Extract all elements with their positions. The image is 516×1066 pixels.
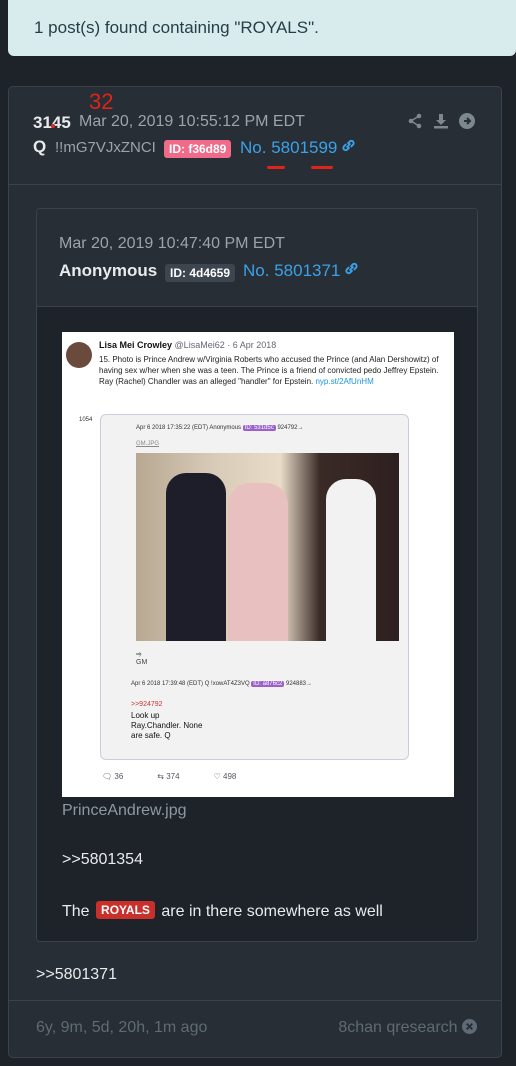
post-date: Mar 20, 2019 10:55:12 PM EDT	[79, 113, 305, 130]
poster-id-badge: ID: f36d89	[164, 140, 232, 158]
post-number: 3145	[33, 113, 71, 132]
link-icon[interactable]	[341, 138, 356, 158]
post-actions	[407, 113, 475, 129]
post-age: 6y, 9m, 5d, 20h, 1m ago	[36, 1019, 208, 1036]
search-result-banner: 1 post(s) found containing "ROYALS".	[8, 0, 516, 56]
attached-image[interactable]: Lisa Mei Crowley @LisaMei62 · 6 Apr 2018…	[62, 332, 454, 797]
quoted-post-text: The ROYALS are in there somewhere as wel…	[62, 901, 383, 921]
quoted-post-author: Anonymous	[59, 261, 158, 280]
reply-link[interactable]: >>5801371	[36, 966, 117, 984]
photo-figure	[228, 483, 288, 641]
like-count-value: 498	[223, 772, 237, 781]
reply-count-value: 36	[114, 772, 124, 781]
tweet-avatar	[66, 342, 92, 368]
tweet-handle: @LisaMei62 · 6 Apr 2018	[174, 340, 277, 350]
post-header: 3145 32 Mar 20, 2019 10:55:12 PM EDT Q !…	[9, 87, 501, 185]
tweet-body: 15. Photo is Prince Andrew w/Virginia Ro…	[99, 354, 444, 387]
search-highlight: ROYALS	[96, 901, 155, 919]
text-before: The	[62, 903, 90, 920]
post-number-link[interactable]: No. 5801599	[240, 138, 356, 158]
reply-count: 🗨 36	[102, 772, 123, 781]
gm-text: GM	[136, 659, 148, 666]
quoted-poster-id-badge: ID: 4d4659	[165, 264, 236, 282]
annotation-underline-1	[267, 166, 285, 169]
goto-icon[interactable]	[459, 113, 475, 129]
card-reply-header: Apr 6 2018 17:39:48 (EDT) Q !xowAT4Z3VQ …	[131, 681, 312, 687]
quoted-post-no-label: No.	[243, 261, 270, 280]
reply-link[interactable]: >>5801354	[62, 851, 143, 869]
tweet-stats: 🗨 36 ⇆ 374 ♡ 498	[102, 772, 236, 781]
photo-figure	[166, 473, 226, 641]
post-author: Q	[33, 137, 47, 156]
q-post: 3145 32 Mar 20, 2019 10:55:12 PM EDT Q !…	[8, 86, 502, 1058]
tweet-author-name: Lisa Mei Crowley	[99, 340, 173, 350]
quoted-post-number-link[interactable]: No. 5801371	[243, 261, 359, 281]
card-reply-id: ID: a876c2	[251, 681, 285, 687]
quoted-post-no-value: 5801371	[274, 261, 341, 280]
card-gm-label: ⥤ GM	[136, 651, 148, 666]
tweet-author: Lisa Mei Crowley @LisaMei62 · 6 Apr 2018	[99, 340, 276, 350]
post-source-text: 8chan qresearch	[338, 1019, 458, 1036]
link-icon[interactable]	[344, 261, 359, 281]
post-no-label: No.	[240, 138, 267, 157]
card-header: Apr 6 2018 17:35:22 (EDT) Anonymous ID: …	[136, 425, 303, 431]
post-no-value: 5801599	[271, 138, 338, 157]
post-source: 8chan qresearch	[338, 1019, 477, 1039]
annotation-underline-2	[311, 166, 333, 169]
close-icon[interactable]	[462, 1019, 477, 1039]
reply-icon: 🗨	[102, 772, 113, 781]
card-number: 1054	[79, 417, 93, 423]
retweet-count: ⇆ 374	[157, 772, 179, 781]
tweet-embedded-card: 1054 Apr 6 2018 17:35:22 (EDT) Anonymous…	[79, 414, 409, 760]
share-icon[interactable]	[407, 113, 423, 129]
tweet-body-text: 15. Photo is Prince Andrew w/Virginia Ro…	[99, 355, 439, 386]
retweet-icon: ⇆	[157, 772, 164, 781]
annotation-dot	[51, 124, 55, 128]
card-reply-ref: 924883→	[285, 681, 313, 687]
tripcode: !!mG7VJxZNCI	[55, 139, 156, 156]
tweet-link: nyp.st/2AfUnHM	[315, 377, 374, 386]
like-count: ♡ 498	[214, 772, 237, 781]
card-reply-quote: >>924792	[131, 701, 163, 708]
annotation-number: 32	[89, 89, 114, 114]
post-footer: 6y, 9m, 5d, 20h, 1m ago 8chan qresearch	[9, 1000, 501, 1057]
card-id: ID: 531d5c	[242, 425, 276, 431]
photo-figure	[326, 479, 376, 641]
download-icon[interactable]	[433, 113, 449, 129]
card-filename: GM.JPG	[136, 441, 160, 447]
like-icon: ♡	[213, 772, 221, 781]
quoted-post-date: Mar 20, 2019 10:47:40 PM EDT	[59, 235, 285, 252]
image-filename[interactable]: PrinceAndrew.jpg	[62, 802, 187, 820]
card-reply-text: Look up Ray.Chandler. None are safe. Q	[131, 711, 203, 740]
card-reply-header-text: Apr 6 2018 17:39:48 (EDT) Q !xowAT4Z3VQ	[131, 681, 250, 687]
text-after: are in there somewhere as well	[161, 903, 383, 920]
retweet-count-value: 374	[166, 772, 180, 781]
quoted-post-header: Mar 20, 2019 10:47:40 PM EDT Anonymous I…	[37, 209, 477, 307]
card-ref: 924792→	[277, 425, 304, 431]
card-header-text: Apr 6 2018 17:35:22 (EDT) Anonymous	[136, 425, 242, 431]
card-photo	[136, 453, 399, 641]
quoted-post: Mar 20, 2019 10:47:40 PM EDT Anonymous I…	[36, 208, 478, 942]
